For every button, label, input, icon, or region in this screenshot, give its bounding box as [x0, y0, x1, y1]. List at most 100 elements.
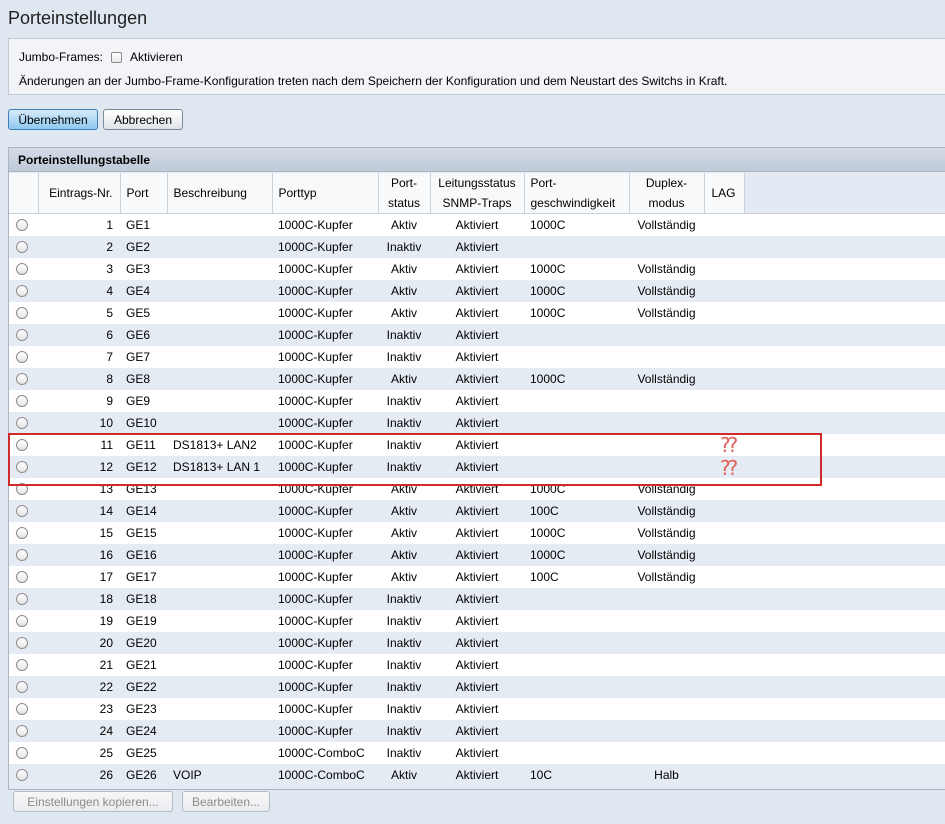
cell-port-speed	[524, 346, 629, 368]
header-filler	[744, 173, 945, 214]
cell-description	[167, 566, 272, 588]
row-select-radio[interactable]	[16, 505, 28, 517]
cell-select	[9, 742, 38, 764]
table-row[interactable]: 9 GE9 1000C-Kupfer Inaktiv Aktiviert	[9, 390, 945, 412]
row-select-radio[interactable]	[16, 593, 28, 605]
table-row[interactable]: 22 GE22 1000C-Kupfer Inaktiv Aktiviert	[9, 676, 945, 698]
row-select-radio[interactable]	[16, 373, 28, 385]
table-row[interactable]: 6 GE6 1000C-Kupfer Inaktiv Aktiviert	[9, 324, 945, 346]
table-row[interactable]: 26 GE26 VOIP 1000C-ComboC Aktiv Aktiviert 10C H…	[9, 764, 945, 786]
cell-filler	[744, 302, 945, 324]
row-select-radio[interactable]	[16, 351, 28, 363]
cell-link-status: Aktiviert	[430, 720, 524, 742]
cell-port-status: Inaktiv	[378, 632, 430, 654]
row-select-radio[interactable]	[16, 747, 28, 759]
edit-button[interactable]: Bearbeiten...	[182, 791, 270, 812]
cell-port: GE14	[120, 500, 167, 522]
jumbo-frames-checkbox[interactable]	[111, 51, 123, 63]
cell-lag	[704, 302, 744, 324]
row-select-radio[interactable]	[16, 263, 28, 275]
table-row[interactable]: 15 GE15 1000C-Kupfer Aktiv Aktiviert 1000C Vol…	[9, 522, 945, 544]
row-select-radio[interactable]	[16, 703, 28, 715]
cell-port: GE3	[120, 258, 167, 280]
cell-filler	[744, 522, 945, 544]
header-port: Port	[120, 173, 168, 214]
row-select-radio[interactable]	[16, 307, 28, 319]
header-duplex: Duplex-modus	[629, 173, 705, 214]
table-row[interactable]: 25 GE25 1000C-ComboC Inaktiv Aktiviert	[9, 742, 945, 764]
table-row[interactable]: 17 GE17 1000C-Kupfer Aktiv Aktiviert 100C Voll…	[9, 566, 945, 588]
cell-description	[167, 346, 272, 368]
table-row[interactable]: 8 GE8 1000C-Kupfer Aktiv Aktiviert 1000C Volls…	[9, 368, 945, 390]
table-row[interactable]: 24 GE24 1000C-Kupfer Inaktiv Aktiviert	[9, 720, 945, 742]
row-select-radio[interactable]	[16, 241, 28, 253]
table-row[interactable]: 10 GE10 1000C-Kupfer Inaktiv Aktiviert	[9, 412, 945, 434]
cancel-button[interactable]: Abbrechen	[103, 109, 183, 130]
cell-duplex	[629, 632, 704, 654]
table-row[interactable]: 16 GE16 1000C-Kupfer Aktiv Aktiviert 1000C Vol…	[9, 544, 945, 566]
cell-port-speed: 1000C	[524, 280, 629, 302]
cell-duplex: Vollständig	[629, 258, 704, 280]
cell-description	[167, 742, 272, 764]
cell-description	[167, 258, 272, 280]
table-row[interactable]: 18 GE18 1000C-Kupfer Inaktiv Aktiviert	[9, 588, 945, 610]
row-select-radio[interactable]	[16, 329, 28, 341]
table-row[interactable]: 14 GE14 1000C-Kupfer Aktiv Aktiviert 100C Voll…	[9, 500, 945, 522]
apply-button[interactable]: Übernehmen	[8, 109, 98, 130]
cell-port: GE5	[120, 302, 167, 324]
jumbo-frames-note: Änderungen an der Jumbo-Frame-Konfigurat…	[19, 74, 728, 88]
row-select-radio[interactable]	[16, 417, 28, 429]
table-row[interactable]: 5 GE5 1000C-Kupfer Aktiv Aktiviert 1000C Volls…	[9, 302, 945, 324]
table-row[interactable]: 2 GE2 1000C-Kupfer Inaktiv Aktiviert	[9, 236, 945, 258]
row-select-radio[interactable]	[16, 571, 28, 583]
cell-entry-no: 17	[38, 566, 120, 588]
row-select-radio[interactable]	[16, 527, 28, 539]
cell-lag	[704, 213, 744, 236]
cell-port-speed	[524, 654, 629, 676]
cell-filler	[744, 368, 945, 390]
cell-duplex	[629, 390, 704, 412]
table-row[interactable]: 1 GE1 1000C-Kupfer Aktiv Aktiviert 1000C Volls…	[9, 213, 945, 236]
cell-port-status: Inaktiv	[378, 676, 430, 698]
cell-lag	[704, 566, 744, 588]
cell-filler	[744, 544, 945, 566]
table-row[interactable]: 3 GE3 1000C-Kupfer Aktiv Aktiviert 1000C Volls…	[9, 258, 945, 280]
cell-port-status: Aktiv	[378, 500, 430, 522]
row-select-radio[interactable]	[16, 285, 28, 297]
cell-filler	[744, 610, 945, 632]
cell-duplex: Vollständig	[629, 522, 704, 544]
cell-port-type: 1000C-Kupfer	[272, 213, 378, 236]
copy-settings-button[interactable]: Einstellungen kopieren...	[13, 791, 173, 812]
cell-select	[9, 720, 38, 742]
table-row[interactable]: 7 GE7 1000C-Kupfer Inaktiv Aktiviert	[9, 346, 945, 368]
cell-port-type: 1000C-Kupfer	[272, 632, 378, 654]
table-row[interactable]: 21 GE21 1000C-Kupfer Inaktiv Aktiviert	[9, 654, 945, 676]
row-select-radio[interactable]	[16, 637, 28, 649]
row-select-radio[interactable]	[16, 681, 28, 693]
cell-duplex: Vollständig	[629, 280, 704, 302]
cell-select	[9, 610, 38, 632]
jumbo-frames-checkbox-label[interactable]: Aktivieren	[130, 50, 183, 64]
cell-port-status: Aktiv	[378, 368, 430, 390]
row-select-radio[interactable]	[16, 219, 28, 231]
table-row[interactable]: 23 GE23 1000C-Kupfer Inaktiv Aktiviert	[9, 698, 945, 720]
row-select-radio[interactable]	[16, 769, 28, 781]
cell-entry-no: 25	[38, 742, 120, 764]
table-row[interactable]: 19 GE19 1000C-Kupfer Inaktiv Aktiviert	[9, 610, 945, 632]
cell-select	[9, 764, 38, 786]
row-select-radio[interactable]	[16, 615, 28, 627]
cell-port-speed	[524, 412, 629, 434]
table-row[interactable]: 4 GE4 1000C-Kupfer Aktiv Aktiviert 1000C Volls…	[9, 280, 945, 302]
cell-port-type: 1000C-Kupfer	[272, 280, 378, 302]
cell-lag	[704, 742, 744, 764]
row-select-radio[interactable]	[16, 659, 28, 671]
row-select-radio[interactable]	[16, 725, 28, 737]
cell-description	[167, 236, 272, 258]
cell-port-speed	[524, 236, 629, 258]
cell-port-type: 1000C-Kupfer	[272, 522, 378, 544]
table-row[interactable]: 20 GE20 1000C-Kupfer Inaktiv Aktiviert	[9, 632, 945, 654]
row-select-radio[interactable]	[16, 549, 28, 561]
cell-port-speed: 1000C	[524, 544, 629, 566]
cell-port-status: Inaktiv	[378, 390, 430, 412]
row-select-radio[interactable]	[16, 395, 28, 407]
